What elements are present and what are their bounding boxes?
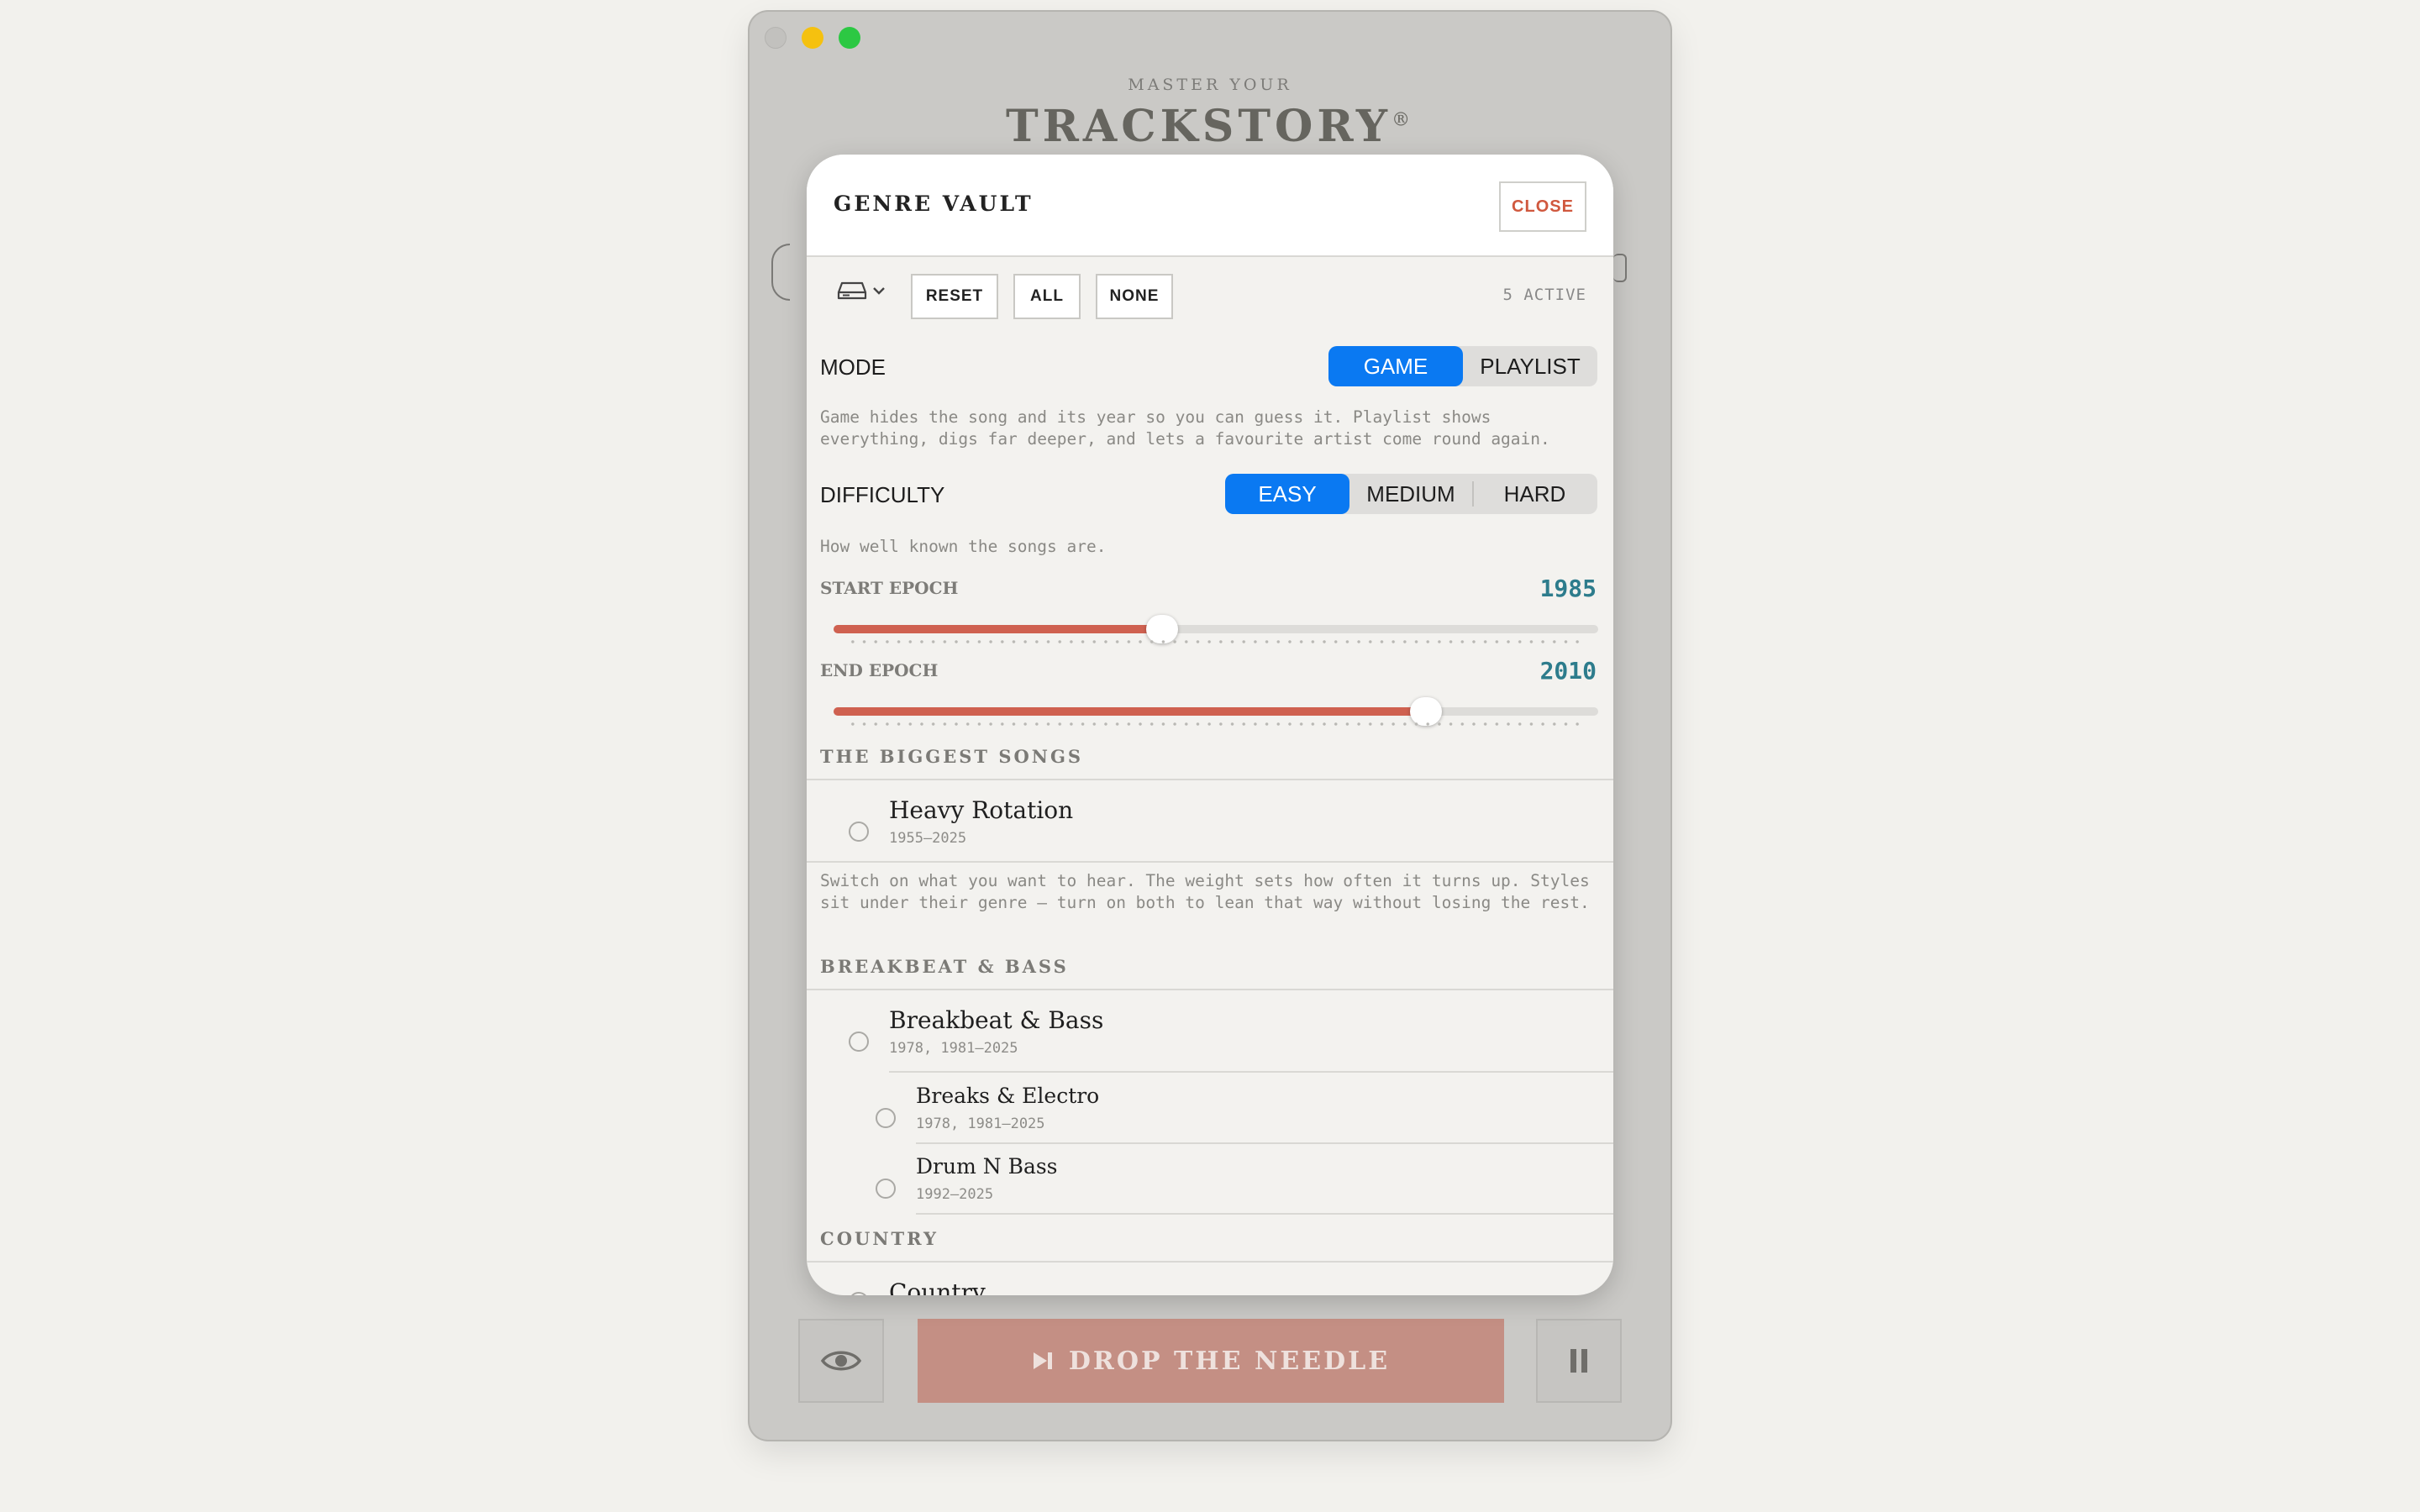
start-epoch-label: START EPOCH (820, 578, 959, 598)
style-name-breaks-electro: Breaks & Electro (916, 1084, 1100, 1108)
brand-subtitle: MASTER YOUR (1128, 76, 1292, 94)
divider (807, 779, 1613, 780)
toggle-drum-n-bass[interactable] (876, 1179, 896, 1199)
close-button[interactable]: CLOSE (1499, 181, 1586, 232)
difficulty-label: DIFFICULTY (820, 482, 945, 507)
mode-option-playlist[interactable]: PLAYLIST (1463, 346, 1597, 386)
window-close-button[interactable] (765, 27, 786, 49)
end-epoch-slider-thumb[interactable] (1410, 697, 1442, 726)
window-maximize-button[interactable] (839, 27, 860, 49)
brand-title-text: TRACKSTORY (1005, 101, 1392, 152)
difficulty-option-easy[interactable]: EASY (1225, 474, 1349, 514)
divider (916, 1142, 1613, 1144)
registered-mark: ® (1392, 109, 1415, 131)
pause-button[interactable] (1536, 1319, 1622, 1403)
style-name-drum-n-bass: Drum N Bass (916, 1154, 1058, 1179)
reveal-button[interactable] (798, 1319, 884, 1403)
divider (807, 989, 1613, 990)
brand-title: TRACKSTORY® (750, 101, 1670, 152)
mode-option-game[interactable]: GAME (1328, 346, 1463, 386)
section-header-country: COUNTRY (820, 1228, 939, 1249)
genre-help-text: Switch on what you want to hear. The wei… (820, 871, 1590, 912)
genre-name-breakbeat-bass: Breakbeat & Bass (889, 1006, 1104, 1034)
genre-name-country: Country (889, 1278, 986, 1295)
start-epoch-value: 1985 (1539, 575, 1597, 602)
mode-help-text: Game hides the song and its year so you … (820, 407, 1550, 449)
toggle-breaks-electro[interactable] (876, 1108, 896, 1128)
background-control-edge (771, 244, 790, 301)
section-header-breakbeat-bass: BREAKBEAT & BASS (820, 956, 1069, 977)
divider (916, 1213, 1613, 1215)
style-years-breaks-electro: 1978, 1981–2025 (916, 1116, 1045, 1132)
reset-button[interactable]: RESET (911, 274, 998, 319)
sheet-title: GENRE VAULT (834, 192, 1034, 216)
toggle-country[interactable] (849, 1292, 869, 1295)
all-button[interactable]: ALL (1013, 274, 1081, 319)
sheet-header: GENRE VAULT CLOSE (807, 155, 1613, 257)
drive-icon (837, 281, 867, 300)
start-epoch-slider-thumb[interactable] (1146, 615, 1178, 643)
mode-label: MODE (820, 354, 886, 380)
start-epoch-ticks (847, 640, 1586, 643)
genre-vault-sheet: GENRE VAULT CLOSE RESET ALL NONE 5 ACTIV… (807, 155, 1613, 1295)
pause-icon (1570, 1349, 1587, 1373)
end-epoch-slider[interactable] (834, 697, 1598, 726)
drop-the-needle-button[interactable]: DROP THE NEEDLE (918, 1319, 1504, 1403)
difficulty-option-medium[interactable]: MEDIUM (1349, 474, 1472, 514)
toggle-heavy-rotation[interactable] (849, 822, 869, 842)
difficulty-help-text: How well known the songs are. (820, 537, 1107, 556)
eye-icon (820, 1351, 862, 1371)
drop-the-needle-label: DROP THE NEEDLE (1068, 1346, 1391, 1376)
divider (807, 861, 1613, 863)
difficulty-segmented-control: EASY MEDIUM HARD (1225, 474, 1597, 514)
divider (807, 1261, 1613, 1263)
skip-forward-icon (1033, 1352, 1052, 1369)
divider (889, 1071, 1613, 1073)
chevron-down-icon (873, 287, 885, 295)
end-epoch-value: 2010 (1539, 657, 1597, 685)
genre-years-heavy-rotation: 1955–2025 (889, 830, 967, 847)
start-epoch-slider-fill (834, 625, 1162, 633)
mode-segmented-control: GAME PLAYLIST (1328, 346, 1597, 386)
window-minimize-button[interactable] (802, 27, 823, 49)
end-epoch-slider-fill (834, 707, 1426, 716)
genre-name-heavy-rotation: Heavy Rotation (889, 796, 1074, 824)
drive-menu-button[interactable] (837, 281, 886, 301)
toggle-breakbeat-bass[interactable] (849, 1032, 869, 1052)
genre-years-breakbeat-bass: 1978, 1981–2025 (889, 1040, 1018, 1057)
active-count: 5 ACTIVE (1502, 286, 1586, 304)
end-epoch-ticks (847, 722, 1586, 726)
style-years-drum-n-bass: 1992–2025 (916, 1186, 994, 1203)
difficulty-option-hard[interactable]: HARD (1474, 474, 1596, 514)
section-header-biggest-songs: THE BIGGEST SONGS (820, 746, 1084, 767)
start-epoch-slider[interactable] (834, 615, 1598, 643)
none-button[interactable]: NONE (1096, 274, 1173, 319)
background-control-edge (1613, 254, 1627, 282)
end-epoch-label: END EPOCH (820, 660, 939, 680)
